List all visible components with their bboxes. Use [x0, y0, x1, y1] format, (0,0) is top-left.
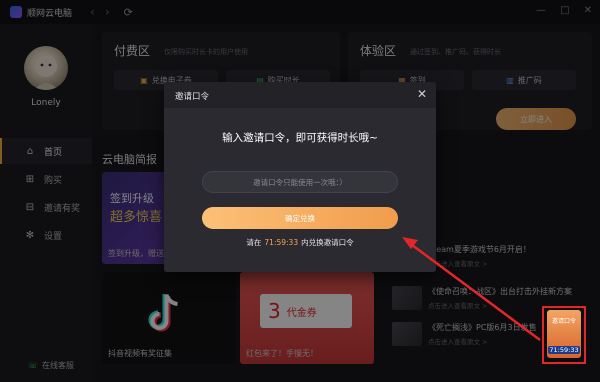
- dialog-header: 邀请口令 ✕: [164, 82, 436, 108]
- dialog-heading: 输入邀请口令，即可获得时长哦~: [222, 132, 378, 144]
- countdown-prefix: 请在: [246, 238, 262, 247]
- confirm-exchange-button[interactable]: 确定兑换: [202, 207, 398, 229]
- invite-code-input[interactable]: [202, 171, 398, 193]
- invite-code-dialog: 邀请口令 ✕ 输入邀请口令，即可获得时长哦~ 确定兑换 请在71:59:33内兑…: [164, 82, 436, 272]
- countdown-suffix: 内兑换邀请口令: [301, 238, 354, 247]
- countdown-line: 请在 71:59:33 内兑换邀请口令: [164, 237, 436, 248]
- dialog-title: 邀请口令: [175, 92, 210, 102]
- countdown-timer: 71:59:33: [264, 238, 299, 247]
- highlight-box: [542, 306, 586, 364]
- close-icon[interactable]: ✕: [417, 87, 427, 101]
